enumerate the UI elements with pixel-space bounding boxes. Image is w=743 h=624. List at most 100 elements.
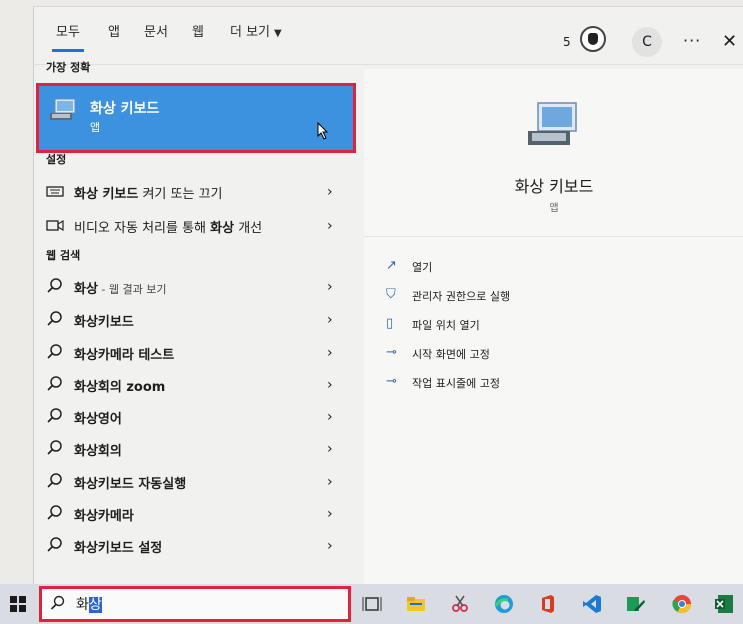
web-result-label: 화상영어 xyxy=(74,412,122,427)
settings-item-label: 화상 키보드 켜기 또는 끄기 xyxy=(74,187,223,202)
chevron-right-icon: › xyxy=(327,279,333,295)
search-icon xyxy=(47,278,62,293)
settings-item-label: 비디오 자동 처리를 통해 화상 개선 xyxy=(74,221,263,236)
app-detail-header: 화상 키보드 앱 xyxy=(364,69,743,237)
web-result-item[interactable]: 화상키보드 자동실행 › xyxy=(42,468,342,496)
pin-icon: ⊸ xyxy=(386,374,397,389)
more-options-button[interactable]: ··· xyxy=(683,31,701,50)
action-label: 열기 xyxy=(412,261,433,274)
excel-icon[interactable] xyxy=(714,594,734,614)
web-result-item[interactable]: 화상키보드 설정 › xyxy=(42,532,342,560)
action-label: 관리자 권한으로 실행 xyxy=(412,290,511,303)
office-icon[interactable] xyxy=(538,594,558,614)
rewards-trophy-icon[interactable] xyxy=(580,26,606,52)
tab-apps[interactable]: 앱 xyxy=(108,21,120,40)
tab-more[interactable]: 더 보기 ▼ xyxy=(230,21,282,40)
tab-documents[interactable]: 문서 xyxy=(144,21,168,40)
web-result-label: 화상 - 웹 결과 보기 xyxy=(74,282,167,297)
action-open[interactable]: ↗ 열기 xyxy=(386,257,646,277)
chevron-right-icon: › xyxy=(327,312,333,328)
action-pin-to-taskbar[interactable]: ⊸ 작업 표시줄에 고정 xyxy=(386,373,646,393)
action-pin-to-start[interactable]: ⊸ 시작 화면에 고정 xyxy=(386,344,646,364)
search-icon xyxy=(47,440,62,455)
tab-more-label: 더 보기 xyxy=(230,25,271,40)
chrome-browser-icon[interactable] xyxy=(672,594,692,614)
web-search-heading: 웹 검색 xyxy=(46,249,81,262)
web-result-label: 화상회의 zoom xyxy=(74,380,166,395)
web-result-item[interactable]: 화상카메라 테스트 › xyxy=(42,339,342,367)
file-explorer-icon[interactable] xyxy=(406,594,426,614)
search-icon xyxy=(47,505,62,520)
search-query: 화상 xyxy=(76,597,102,613)
best-match-subtitle: 앱 xyxy=(90,121,101,134)
vscode-icon[interactable] xyxy=(582,594,602,614)
file-location-icon: ▯ xyxy=(386,316,394,331)
best-match-title: 화상 키보드 xyxy=(90,101,160,117)
web-result-label: 화상키보드 설정 xyxy=(74,541,163,556)
start-search-panel: 모두 앱 문서 웹 더 보기 ▼ 5 C ··· ✕ 가장 정확 화상 키보드 앱… xyxy=(33,6,743,585)
action-label: 파일 위치 열기 xyxy=(412,319,480,332)
settings-item-video-enhance[interactable]: 비디오 자동 처리를 통해 화상 개선 › xyxy=(42,212,342,240)
video-icon xyxy=(46,219,64,232)
web-result-item[interactable]: 화상회의 › xyxy=(42,435,342,463)
settings-item-keyboard-toggle[interactable]: 화상 키보드 켜기 또는 끄기 › xyxy=(42,178,342,206)
app-detail-title: 화상 키보드 xyxy=(514,177,594,196)
snipping-tool-icon[interactable] xyxy=(450,594,470,614)
web-result-label: 화상카메라 테스트 xyxy=(74,348,175,363)
chevron-right-icon: › xyxy=(327,377,333,393)
admin-shield-icon: ⛉ xyxy=(386,287,396,302)
chevron-right-icon: › xyxy=(327,474,333,490)
rewards-count: 5 xyxy=(563,35,571,49)
search-icon xyxy=(50,595,65,610)
app-detail-panel: 화상 키보드 앱 ↗ 열기 ⛉ 관리자 권한으로 실행 ▯ 파일 위치 열기 ⊸… xyxy=(364,69,743,585)
chevron-right-icon: › xyxy=(327,184,333,200)
search-icon xyxy=(47,408,62,423)
windows-start-icon[interactable] xyxy=(10,596,26,612)
web-result-item[interactable]: 화상 - 웹 결과 보기 › xyxy=(42,273,342,301)
action-run-as-admin[interactable]: ⛉ 관리자 권한으로 실행 xyxy=(386,286,646,306)
task-view-icon[interactable] xyxy=(362,594,382,614)
editor-app-icon[interactable] xyxy=(626,594,646,614)
chevron-right-icon: › xyxy=(327,345,333,361)
web-result-label: 화상카메라 xyxy=(74,509,134,524)
edge-browser-icon[interactable] xyxy=(494,594,514,614)
web-result-item[interactable]: 화상회의 zoom › xyxy=(42,371,342,399)
web-result-label: 화상키보드 자동실행 xyxy=(74,477,187,492)
best-match-heading: 가장 정확 xyxy=(46,61,91,74)
user-avatar[interactable]: C xyxy=(632,27,662,57)
taskbar-search-input[interactable]: 화상 xyxy=(39,586,351,622)
web-result-item[interactable]: 화상영어 › xyxy=(42,403,342,431)
chevron-right-icon: › xyxy=(327,218,333,234)
search-tab-bar: 모두 앱 문서 웹 더 보기 ▼ 5 C ··· ✕ xyxy=(34,7,743,65)
keyboard-app-icon xyxy=(50,98,76,120)
chevron-down-icon: ▼ xyxy=(274,28,282,39)
taskbar: 화상 xyxy=(0,584,743,624)
chevron-right-icon: › xyxy=(327,441,333,457)
mouse-cursor-icon xyxy=(317,122,329,140)
search-icon xyxy=(47,473,62,488)
action-label: 작업 표시줄에 고정 xyxy=(412,377,500,390)
web-result-item[interactable]: 화상키보드 › xyxy=(42,306,342,334)
chevron-right-icon: › xyxy=(327,506,333,522)
best-match-item[interactable]: 화상 키보드 앱 xyxy=(36,83,356,153)
web-result-item[interactable]: 화상카메라 › xyxy=(42,500,342,528)
pin-icon: ⊸ xyxy=(386,345,397,360)
settings-heading: 설정 xyxy=(46,153,67,166)
search-icon xyxy=(47,311,62,326)
tab-all[interactable]: 모두 xyxy=(52,21,84,52)
action-label: 시작 화면에 고정 xyxy=(412,348,490,361)
search-icon xyxy=(47,537,62,552)
tab-web[interactable]: 웹 xyxy=(192,21,204,40)
open-icon: ↗ xyxy=(386,258,397,273)
search-icon xyxy=(47,344,62,359)
close-button[interactable]: ✕ xyxy=(722,31,737,52)
app-detail-subtitle: 앱 xyxy=(549,203,559,214)
search-icon xyxy=(47,376,62,391)
action-open-file-location[interactable]: ▯ 파일 위치 열기 xyxy=(386,315,646,335)
keyboard-app-icon xyxy=(528,102,577,145)
web-result-label: 화상회의 xyxy=(74,444,122,459)
keyboard-icon xyxy=(46,186,64,197)
chevron-right-icon: › xyxy=(327,538,333,554)
web-result-label: 화상키보드 xyxy=(74,315,134,330)
chevron-right-icon: › xyxy=(327,409,333,425)
